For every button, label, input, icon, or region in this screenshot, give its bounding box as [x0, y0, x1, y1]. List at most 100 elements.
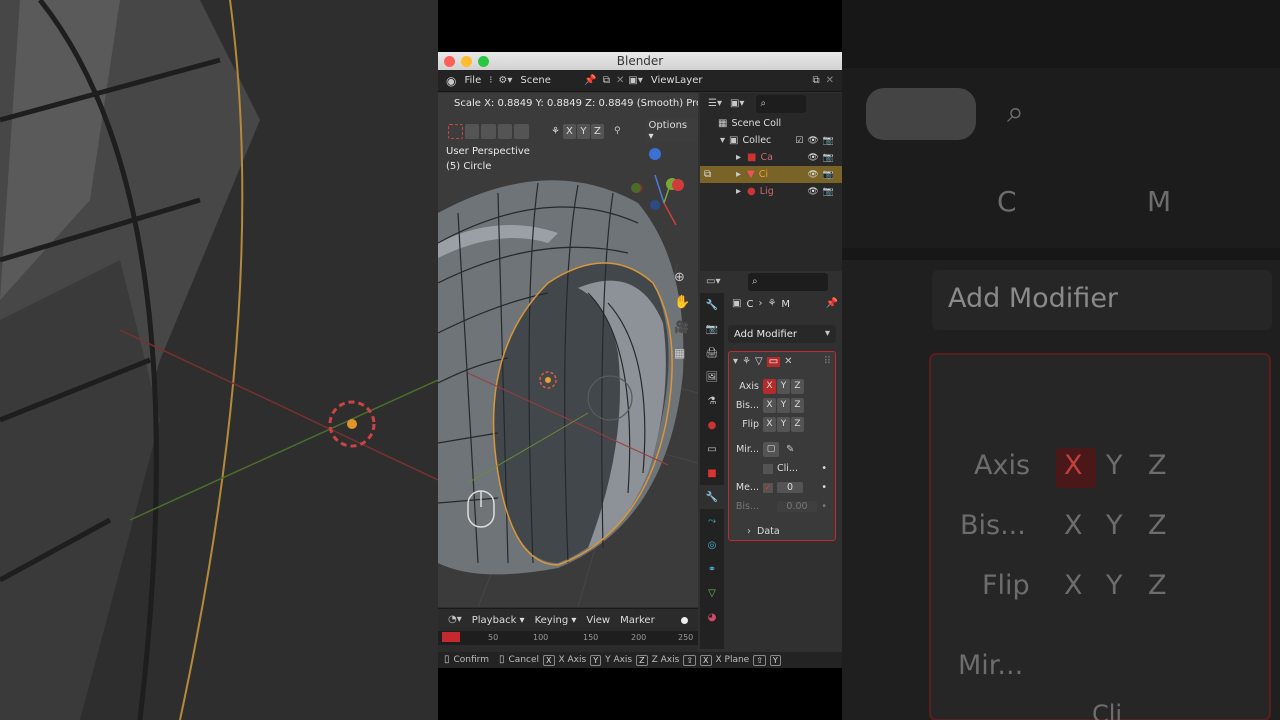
- keyframe-dot-icon[interactable]: •: [821, 482, 827, 493]
- tab-material[interactable]: ◕: [700, 605, 724, 629]
- new-view-layer-icon[interactable]: ⧉: [812, 75, 819, 86]
- bisect-distance-row: Bis... 0.00 •: [729, 497, 835, 516]
- camera-icon[interactable]: 📷: [823, 187, 834, 197]
- new-scene-icon[interactable]: ⧉: [603, 75, 610, 86]
- tab-constraints[interactable]: ⚭: [700, 557, 724, 581]
- data-subpanel[interactable]: › Data: [729, 522, 835, 541]
- playback-menu[interactable]: Playback ▾: [472, 615, 525, 626]
- current-frame-marker[interactable]: [442, 632, 460, 642]
- ortho-grid-icon[interactable]: ▦: [674, 347, 685, 359]
- tab-data[interactable]: ▽: [700, 581, 724, 605]
- clipping-row: Cli... •: [729, 459, 835, 478]
- tab-physics[interactable]: ◎: [700, 533, 724, 557]
- axis-y-button[interactable]: Y: [777, 379, 790, 394]
- mirror-object-field[interactable]: ▢: [763, 442, 779, 457]
- realtime-toggle-icon[interactable]: ▭: [766, 356, 781, 367]
- 3d-viewport[interactable]: Scale X: 0.8849 Y: 0.8849 Z: 0.8849 (Smo…: [438, 93, 698, 607]
- axis-z-button[interactable]: Z: [791, 379, 804, 394]
- eyedropper-icon[interactable]: ✎: [786, 444, 794, 455]
- eye-icon[interactable]: 👁: [807, 170, 818, 180]
- remove-view-layer-icon[interactable]: ✕: [826, 75, 834, 86]
- more-menu-icon[interactable]: ⁝: [485, 70, 496, 92]
- record-dot-icon[interactable]: [680, 616, 688, 624]
- eye-icon[interactable]: 👁: [807, 187, 818, 197]
- tab-particles[interactable]: ⤳: [700, 509, 724, 533]
- pin-icon[interactable]: 📌: [826, 299, 838, 309]
- axis-x-toggle[interactable]: X: [562, 123, 576, 139]
- options-dropdown[interactable]: Options ▾: [644, 119, 698, 143]
- bisect-x-button[interactable]: X: [763, 398, 776, 413]
- merge-checkbox[interactable]: ✓: [763, 482, 773, 493]
- zoom-icon[interactable]: ⊕: [674, 271, 685, 284]
- axis-x-button[interactable]: X: [763, 379, 776, 394]
- outliner-row-light[interactable]: ▸ ● Lig 👁 📷: [700, 183, 842, 200]
- bisect-z-button[interactable]: Z: [791, 398, 804, 413]
- outliner-search[interactable]: ⌕: [756, 95, 807, 113]
- editor-type-icon[interactable]: ▭▾: [706, 277, 720, 287]
- bisect-y-button[interactable]: Y: [777, 398, 790, 413]
- remove-modifier-icon[interactable]: ✕: [784, 356, 792, 367]
- select-extend-mode[interactable]: [464, 123, 480, 139]
- edit-mode-toggle-icon[interactable]: ▽: [755, 356, 763, 367]
- blender-logo-icon[interactable]: ◉: [438, 70, 460, 92]
- select-intersect-mode[interactable]: [514, 123, 529, 139]
- add-modifier-dropdown[interactable]: Add Modifier ▾: [728, 325, 836, 343]
- key-x-icon: X: [543, 654, 555, 666]
- file-menu[interactable]: File: [460, 70, 485, 92]
- tab-world[interactable]: ●: [700, 413, 724, 437]
- outliner-row-circle[interactable]: ⧉ ▸ ▼ Ci 👁 📷: [700, 166, 842, 183]
- marker-menu[interactable]: Marker: [620, 615, 655, 626]
- pan-hand-icon[interactable]: ✋: [674, 296, 690, 309]
- tab-tool[interactable]: 🔧: [700, 293, 724, 317]
- merge-distance-field[interactable]: 0: [777, 482, 803, 493]
- outliner-row-camera[interactable]: ▸ ■ Ca 👁 📷: [700, 149, 842, 166]
- display-mode-icon[interactable]: ☰▾: [708, 99, 722, 109]
- expand-arrow-icon[interactable]: ▸: [736, 152, 741, 163]
- keying-menu[interactable]: Keying ▾: [535, 615, 577, 626]
- camera-icon[interactable]: 📷: [823, 136, 834, 146]
- camera-view-icon[interactable]: 🎥: [674, 321, 689, 333]
- edit-mode-icon[interactable]: ⧉: [704, 169, 711, 180]
- keyframe-dot-icon[interactable]: •: [821, 463, 827, 474]
- scene-selector[interactable]: ⚙▾ Scene 📌 ⧉ ✕: [496, 70, 626, 92]
- properties-search[interactable]: ⌕: [748, 273, 828, 291]
- outliner-row-scene-collection[interactable]: ▦ Scene Coll: [700, 115, 842, 132]
- axis-z-toggle[interactable]: Z: [590, 123, 604, 139]
- expand-arrow-icon[interactable]: ▾: [720, 135, 725, 146]
- outliner-row-collection[interactable]: ▾ ▣ Collec ☑ 👁 📷: [700, 132, 842, 149]
- camera-icon[interactable]: 📷: [823, 170, 834, 180]
- timeline-ruler[interactable]: 50 100 150 200 250: [438, 631, 698, 645]
- axis-y-toggle[interactable]: Y: [576, 123, 590, 139]
- collapse-arrow-icon[interactable]: ▾: [733, 356, 738, 367]
- flip-x-button[interactable]: X: [763, 417, 776, 432]
- eye-icon[interactable]: 👁: [807, 153, 818, 163]
- select-invert-mode[interactable]: [497, 123, 513, 139]
- tab-object[interactable]: ■: [700, 461, 724, 485]
- tab-view-layer[interactable]: 🖼: [700, 365, 724, 389]
- tab-output[interactable]: 🖨: [700, 341, 724, 365]
- view-menu[interactable]: View: [586, 615, 610, 626]
- snap-icon[interactable]: ⚲: [614, 126, 621, 136]
- view-layer-selector[interactable]: ▣▾ ViewLayer ⧉ ✕: [626, 70, 842, 92]
- pin-icon[interactable]: 📌: [584, 75, 596, 86]
- expand-arrow-icon[interactable]: ▸: [736, 186, 741, 197]
- clipping-checkbox[interactable]: [763, 463, 773, 474]
- filter-icon[interactable]: ▣▾: [730, 99, 744, 109]
- bisect-distance-field[interactable]: 0.00: [777, 501, 817, 512]
- flip-y-button[interactable]: Y: [777, 417, 790, 432]
- checkbox-icon[interactable]: ☑: [795, 136, 803, 146]
- camera-icon[interactable]: 📷: [823, 153, 834, 163]
- eye-icon[interactable]: 👁: [807, 136, 818, 146]
- tab-modifiers[interactable]: 🔧: [700, 485, 724, 509]
- tab-scene[interactable]: ⚗: [700, 389, 724, 413]
- editor-type-icon[interactable]: ◔▾: [448, 615, 462, 625]
- tab-render[interactable]: 📷: [700, 317, 724, 341]
- expand-arrow-icon[interactable]: ▸: [736, 169, 741, 180]
- remove-scene-icon[interactable]: ✕: [616, 75, 624, 86]
- flip-z-button[interactable]: Z: [791, 417, 804, 432]
- tab-collection[interactable]: ▭: [700, 437, 724, 461]
- select-subtract-mode[interactable]: [481, 123, 496, 139]
- select-box-mode[interactable]: [448, 123, 463, 139]
- drag-handle-icon[interactable]: ⠿: [824, 356, 831, 367]
- axis-toggle-group: ⚘ X Y Z: [549, 123, 604, 139]
